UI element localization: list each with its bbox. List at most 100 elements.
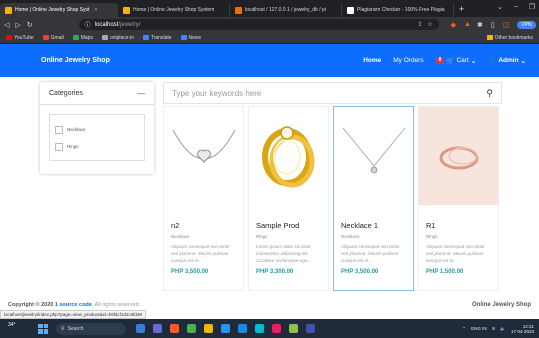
product-name[interactable]: n2 xyxy=(171,221,236,230)
product-category: Necklace xyxy=(171,234,190,239)
minimize-icon[interactable]: – xyxy=(514,3,518,11)
product-card[interactable]: Sample Prod Rings Lorem ipsum dolor sit … xyxy=(248,106,329,291)
close-tab-icon[interactable]: × xyxy=(94,7,97,13)
product-category: Necklace xyxy=(341,234,360,239)
collapse-icon[interactable]: — xyxy=(137,89,145,98)
app-icon[interactable] xyxy=(255,324,264,333)
search-icon[interactable]: ⚲ xyxy=(486,88,493,99)
category-item-necklace[interactable]: Necklace xyxy=(55,121,139,138)
chrome-icon[interactable] xyxy=(187,324,196,333)
store-icon[interactable] xyxy=(221,324,230,333)
bookmark-star-icon[interactable]: ☆ xyxy=(427,21,432,28)
info-icon[interactable]: ⓘ xyxy=(85,20,91,29)
categories-header: Categories — xyxy=(40,82,154,105)
tab-favicon-icon xyxy=(5,6,12,14)
bookmark-maps[interactable]: Maps xyxy=(72,35,93,41)
taskview-icon[interactable] xyxy=(136,324,145,333)
bookmark-oniplace[interactable]: oniplace.in xyxy=(101,35,134,41)
share-icon[interactable]: ⇪ xyxy=(417,21,422,28)
cart-icon: 🛒 xyxy=(446,57,455,65)
categories-title: Categories xyxy=(49,89,83,97)
vpn-button[interactable]: VPN xyxy=(517,20,536,29)
search-input[interactable]: Type your keywords here ⚲ xyxy=(163,82,502,104)
necklace-pendant-icon xyxy=(342,127,405,174)
checkbox[interactable] xyxy=(55,125,63,134)
chat-icon[interactable] xyxy=(153,324,162,333)
files-icon[interactable] xyxy=(204,324,213,333)
product-card[interactable]: n2 Necklace Aliquam consequat non tortor… xyxy=(163,106,244,291)
product-image[interactable] xyxy=(334,107,413,205)
sidebar-icon[interactable]: ▯ xyxy=(491,21,495,29)
category-item-rings[interactable]: Rings xyxy=(55,138,139,155)
vscode-icon[interactable] xyxy=(238,324,247,333)
app-icon[interactable] xyxy=(306,324,315,333)
bookmark-news[interactable]: News xyxy=(180,35,201,41)
brave-shield-icon[interactable]: ◆ xyxy=(451,21,456,29)
taskbar-search[interactable]: ⚲ Search xyxy=(56,322,126,335)
checkbox[interactable] xyxy=(55,142,63,151)
chevron-down-icon: ⌄ xyxy=(520,57,526,65)
weather-widget[interactable]: 34° xyxy=(8,322,16,328)
maximize-icon[interactable]: ❐ xyxy=(529,3,535,11)
start-button[interactable] xyxy=(38,323,48,334)
source-code-link[interactable]: 1 source code xyxy=(55,302,92,308)
volume-icon[interactable]: 🔈 xyxy=(500,326,506,332)
product-grid: n2 Necklace Aliquam consequat non tortor… xyxy=(163,106,499,291)
clock[interactable]: 12:31 17-04-2023 xyxy=(511,324,534,334)
app-icon[interactable] xyxy=(289,324,298,333)
puzzle-icon[interactable]: ✱ xyxy=(477,21,483,29)
chevron-up-icon[interactable]: ⌃ xyxy=(462,326,466,332)
app-icon[interactable] xyxy=(272,324,281,333)
nav-admin[interactable]: 👤 Admin ⌄ xyxy=(488,57,526,65)
back-icon[interactable]: ◁ xyxy=(4,21,9,29)
product-price: PHP 3,300.00 xyxy=(256,269,294,275)
system-tray: ⌃ ENG IN ≋ 🔈 12:31 17-04-2023 xyxy=(462,324,534,334)
brave-icon[interactable] xyxy=(170,324,179,333)
address-bar[interactable]: ⓘ localhost/jewelry/ ⇪ ☆ xyxy=(78,19,439,30)
nav-home[interactable]: Home xyxy=(363,57,381,64)
bookmark-translate[interactable]: Translate xyxy=(142,35,172,41)
window-controls: ⌄ – ❐ xyxy=(497,3,535,11)
youtube-icon xyxy=(6,35,12,40)
wifi-icon[interactable]: ≋ xyxy=(492,326,496,332)
brand-link[interactable]: Online Jewelry Shop xyxy=(41,57,110,64)
categories-panel: Categories — Necklace Rings xyxy=(40,82,154,174)
copyright-text: Copyright © 2020 1 source code. All righ… xyxy=(8,301,141,308)
product-card[interactable]: Necklace 1 Necklace Aliquam consequat no… xyxy=(333,106,414,291)
wallet-icon[interactable]: ◫ xyxy=(503,21,510,29)
extension-icon[interactable]: ▲ xyxy=(464,21,471,28)
bookmark-youtube[interactable]: YouTube xyxy=(6,35,34,41)
language-indicator[interactable]: ENG IN xyxy=(471,326,487,331)
gmail-icon xyxy=(42,35,49,40)
product-image[interactable] xyxy=(419,107,498,205)
toolbar-right: ✱ ▯ ◫ VPN ≡ xyxy=(477,20,539,29)
category-list: Necklace Rings xyxy=(49,114,145,161)
product-description: Aliquam consequat non tortor sed placera… xyxy=(341,244,400,263)
browser-tab[interactable]: localhost / 127.0.0.1 / jewelry_db / pi xyxy=(230,3,342,17)
forward-icon[interactable]: ▷ xyxy=(15,21,20,29)
rose-gold-ring-icon xyxy=(439,146,478,170)
nav-links: Home My Orders 0 🛒 Cart ⌄ 👤 Admin ⌄ xyxy=(363,57,526,65)
product-card[interactable]: R1 Rings Aliquam consequat non tortor se… xyxy=(418,106,499,291)
product-name[interactable]: R1 xyxy=(426,221,491,230)
new-tab-button[interactable]: + xyxy=(454,3,469,17)
translate-icon xyxy=(142,35,149,40)
bookmark-gmail[interactable]: Gmail xyxy=(42,35,64,41)
browser-tab[interactable]: Plagiarism Checker - 100% Free Plagia xyxy=(342,3,454,17)
tab-search-icon[interactable]: ⌄ xyxy=(497,3,503,11)
tab-favicon-icon xyxy=(235,6,242,14)
browser-tab[interactable]: Home | Online Jewelry Shop Syst × xyxy=(0,3,118,17)
nav-my-orders[interactable]: My Orders xyxy=(393,57,423,64)
product-name[interactable]: Necklace 1 xyxy=(341,221,406,230)
chevron-down-icon: ⌄ xyxy=(470,57,477,65)
product-image[interactable] xyxy=(164,107,243,205)
product-name[interactable]: Sample Prod xyxy=(256,221,321,230)
reload-icon[interactable]: ↻ xyxy=(27,21,33,29)
browser-tab[interactable]: Home | Online Jewelry Shop System xyxy=(118,3,230,17)
other-bookmarks[interactable]: Other bookmarks xyxy=(486,35,533,41)
gold-ring-icon xyxy=(261,126,314,188)
nav-cart[interactable]: 0 🛒 Cart ⌄ xyxy=(435,57,477,65)
globe-icon xyxy=(101,35,108,40)
extensions-area: ◆ ▲ xyxy=(451,21,471,29)
product-image[interactable] xyxy=(249,107,328,205)
